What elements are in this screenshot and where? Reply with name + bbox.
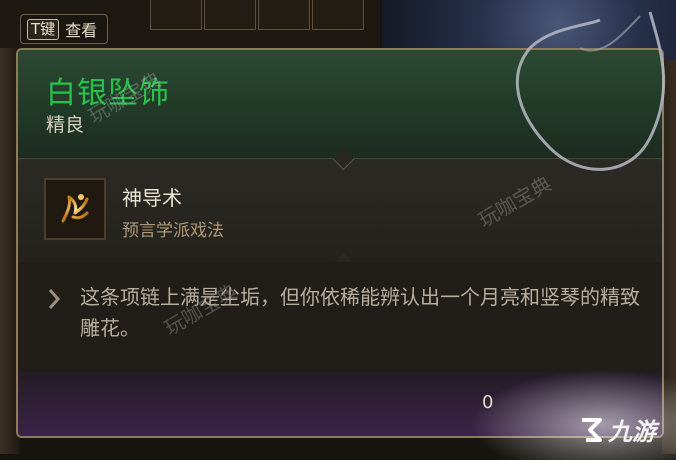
logo-mark-icon bbox=[582, 417, 602, 442]
section-divider bbox=[18, 148, 662, 171]
description-section: 这条项链上满是尘垢，但你依稀能辨认出一个月亮和竖琴的精致雕花。 bbox=[18, 262, 662, 376]
inspect-label: 查看 bbox=[65, 21, 98, 40]
right-border-art bbox=[662, 60, 676, 454]
inventory-slot[interactable] bbox=[150, 0, 202, 30]
inventory-slot[interactable] bbox=[204, 0, 256, 30]
tooltip-footer: 0 bbox=[18, 372, 662, 436]
keybind-badge: T键 bbox=[27, 18, 60, 40]
hand-rune-icon[interactable] bbox=[44, 178, 106, 240]
granted-spell-section: 神导术 预言学派戏法 bbox=[18, 158, 662, 262]
inspect-hint[interactable]: T键 查看 bbox=[20, 14, 109, 44]
spell-name: 神导术 bbox=[122, 186, 182, 210]
spell-school: 预言学派戏法 bbox=[122, 221, 224, 241]
item-rarity: 精良 bbox=[46, 114, 85, 136]
item-value: 0 bbox=[482, 392, 494, 413]
inventory-slot[interactable] bbox=[258, 0, 310, 30]
site-logo: 九游 bbox=[578, 412, 656, 447]
logo-text: 九游 bbox=[608, 418, 656, 446]
chevron-icon bbox=[46, 288, 60, 310]
inventory-slot[interactable] bbox=[312, 0, 364, 30]
